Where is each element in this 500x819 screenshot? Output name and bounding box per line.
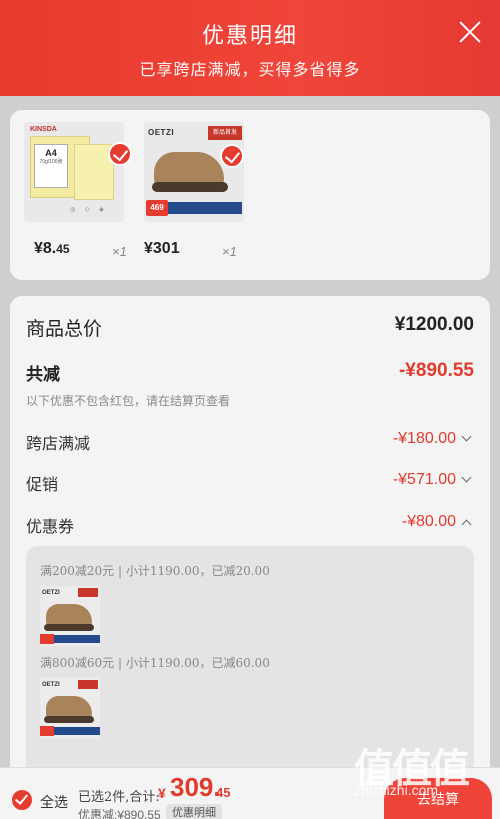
selected-count-text: 已选2件,合计: <box>78 790 160 805</box>
product-price: ¥301 <box>144 240 180 257</box>
product-qty: ×1 <box>112 244 127 259</box>
pay-amount: 309. <box>170 772 221 802</box>
product-thumbnail[interactable]: KINSDA A4 70g/100张 ◎ ◇ ◈ <box>24 122 124 222</box>
products-card: KINSDA A4 70g/100张 ◎ ◇ ◈ ¥8.45 ×1 OETZI … <box>10 110 490 280</box>
coupon-row[interactable]: 优惠券 -¥80.00 <box>26 513 474 539</box>
coupon-rule: 满800减60元 | 小计1190.00，已减60.00 <box>40 656 270 670</box>
select-all-checkbox[interactable] <box>12 790 32 810</box>
coupon-product-thumbnail[interactable]: OETZI <box>40 678 100 738</box>
package-label: A4 70g/100张 <box>34 144 68 188</box>
product-qty: ×1 <box>222 244 237 259</box>
brand-logo: KINSDA <box>30 126 57 133</box>
reduce-value: -¥890.55 <box>398 360 474 381</box>
reduce-label: 共减 <box>26 365 60 385</box>
checkout-bar: 全选 已选2件,合计: ¥ 309. 45 优惠减:¥890.55 优惠明细 去… <box>0 767 500 819</box>
new-flag: 新品首发 <box>208 126 242 140</box>
select-all-label[interactable]: 全选 <box>40 792 68 812</box>
total-value: ¥1200.00 <box>394 314 474 335</box>
product-price: ¥8.45 <box>34 240 70 257</box>
discount-summary: 商品总价 ¥1200.00 共减 -¥890.55 以下优惠不包含红包，请在结算… <box>10 296 490 819</box>
reduce-row: 共减 -¥890.55 <box>26 360 474 390</box>
cross-store-discount-row[interactable]: 跨店满减 -¥180.00 <box>26 430 474 456</box>
pay-currency: ¥ <box>158 785 166 801</box>
close-icon[interactable] <box>458 20 482 44</box>
coupon-detail-panel: 满200减20元 | 小计1190.00，已减20.00 OETZI 满800减… <box>26 546 474 776</box>
product-item-paper[interactable]: KINSDA A4 70g/100张 ◎ ◇ ◈ <box>24 122 132 222</box>
checkmark-icon <box>220 144 244 168</box>
checkout-button[interactable]: 去结算 <box>384 778 492 819</box>
discount-note: 以下优惠不包含红包，请在结算页查看 <box>26 394 231 408</box>
reduced-amount-text: 优惠减:¥890.55 <box>78 808 161 819</box>
modal-title: 优惠明细 <box>201 24 298 49</box>
chevron-down-icon[interactable] <box>460 473 474 487</box>
feature-icons: ◎ ◇ ◈ <box>70 207 108 213</box>
price-tag: 469 <box>146 200 168 216</box>
product-thumbnail[interactable]: OETZI 新品首发 469 <box>144 122 244 222</box>
chevron-up-icon[interactable] <box>460 515 474 529</box>
modal-subtitle: 已享跨店满减，买得多省得多 <box>139 60 361 79</box>
discount-detail-button[interactable]: 优惠明细 <box>166 804 222 819</box>
pay-amount-decimal: 45 <box>216 785 231 800</box>
total-row: 商品总价 ¥1200.00 <box>26 314 474 344</box>
total-label: 商品总价 <box>26 318 103 340</box>
header: 优惠明细 已享跨店满减，买得多省得多 <box>0 0 500 96</box>
promotion-row[interactable]: 促销 -¥571.00 <box>26 471 474 497</box>
chevron-down-icon[interactable] <box>460 432 474 446</box>
coupon-product-thumbnail[interactable]: OETZI <box>40 586 100 646</box>
checkmark-icon <box>108 142 132 166</box>
product-item-shoe[interactable]: OETZI 新品首发 469 <box>144 122 244 222</box>
coupon-rule: 满200减20元 | 小计1190.00，已减20.00 <box>40 564 270 578</box>
brand-logo: OETZI <box>148 128 175 137</box>
